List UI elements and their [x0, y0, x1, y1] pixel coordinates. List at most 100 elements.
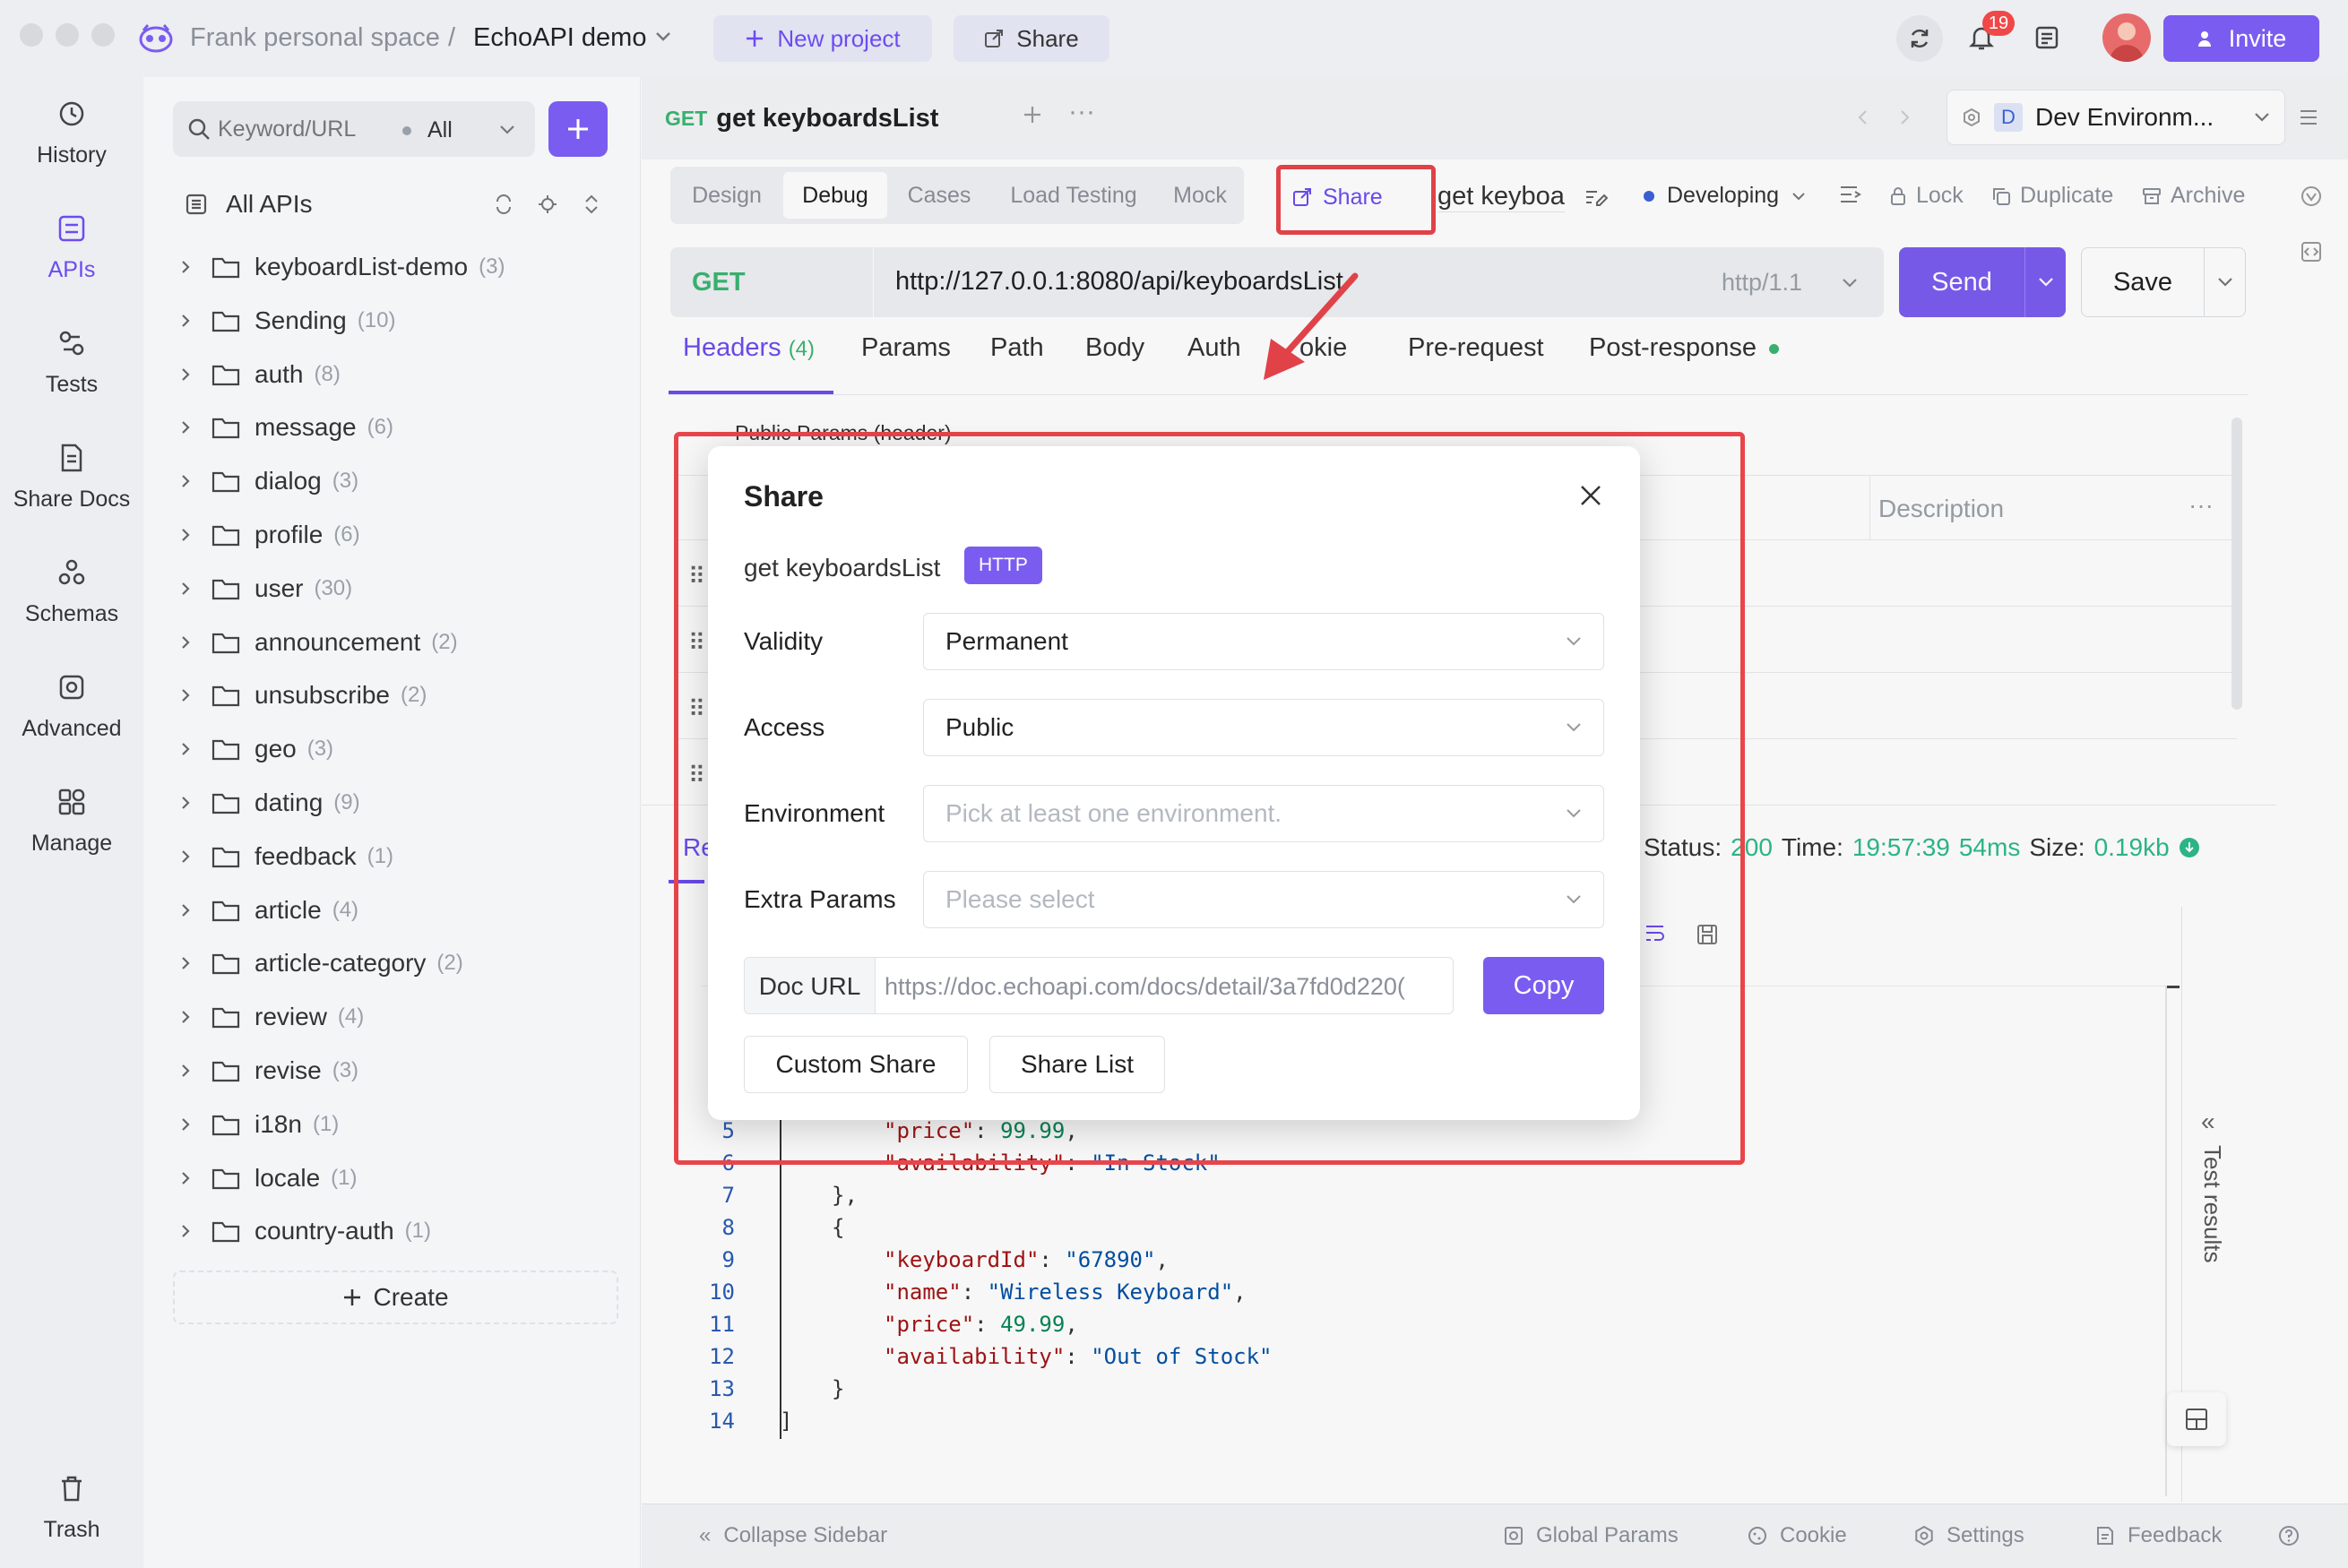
folder-name: review — [255, 1003, 327, 1030]
avatar[interactable] — [2102, 13, 2151, 62]
search-input[interactable] — [218, 112, 388, 146]
folder-count: (4) — [337, 1004, 365, 1029]
chevron-right-icon[interactable] — [179, 419, 192, 435]
folder-row[interactable]: dialog (3) — [179, 459, 358, 504]
folder-row[interactable]: dating (9) — [179, 780, 360, 825]
folder-name: auth — [255, 360, 304, 388]
rail-label-trash: Trash — [43, 1517, 100, 1542]
folder-count: (2) — [431, 630, 458, 654]
chevron-right-icon[interactable] — [179, 1223, 192, 1239]
chevron-right-icon[interactable] — [179, 581, 192, 597]
access-select[interactable]: Public — [923, 699, 1604, 756]
folder-row[interactable]: article (4) — [179, 888, 358, 933]
chevron-down-icon[interactable] — [499, 125, 515, 135]
chevron-right-icon[interactable] — [179, 473, 192, 489]
rail-item-history[interactable]: History — [0, 99, 143, 168]
create-label: Create — [373, 1283, 449, 1311]
window-maximize-dot[interactable] — [91, 23, 115, 47]
folder-row[interactable]: message (6) — [179, 405, 393, 450]
title-bar: Frank personal space / EchoAPI demo New … — [0, 0, 2348, 77]
sync-button[interactable] — [1896, 15, 1943, 62]
new-project-button[interactable]: New project — [713, 15, 932, 62]
access-label: Access — [744, 713, 825, 741]
folder-row[interactable]: revise (3) — [179, 1048, 358, 1093]
chevron-down-icon[interactable] — [654, 30, 672, 43]
add-api-button[interactable] — [548, 101, 608, 157]
locate-icon[interactable] — [538, 194, 557, 214]
notification-badge: 19 — [1982, 11, 2015, 36]
schemas-icon — [56, 557, 87, 588]
chevron-right-icon[interactable] — [179, 1170, 192, 1186]
top-share-button[interactable]: Share — [954, 15, 1109, 62]
create-button[interactable]: Create — [173, 1271, 618, 1324]
modal-title: Share — [744, 480, 824, 513]
close-icon[interactable] — [1579, 484, 1602, 507]
chevron-right-icon[interactable] — [179, 849, 192, 865]
folder-row[interactable]: feedback (1) — [179, 834, 393, 879]
trash-icon — [56, 1473, 87, 1503]
validity-select[interactable]: Permanent — [923, 613, 1604, 670]
folder-row[interactable]: Sending (10) — [179, 298, 395, 343]
extra-params-label: Extra Params — [744, 885, 896, 913]
rail-item-manage[interactable]: Manage — [0, 787, 143, 857]
folder-row[interactable]: country-auth (1) — [179, 1209, 431, 1254]
folder-icon — [211, 899, 240, 922]
rail-item-tests[interactable]: Tests — [0, 328, 143, 398]
chevron-right-icon[interactable] — [179, 366, 192, 383]
folder-row[interactable]: user (30) — [179, 566, 352, 611]
folder-icon — [211, 577, 240, 600]
chevron-right-icon[interactable] — [179, 1009, 192, 1025]
notes-icon[interactable] — [2034, 25, 2059, 50]
chevron-right-icon[interactable] — [179, 795, 192, 811]
doc-url-label: Doc URL — [745, 958, 876, 1013]
rail-item-share-docs[interactable]: Share Docs — [0, 443, 143, 513]
rail-item-apis[interactable]: APIs — [0, 213, 143, 283]
folder-row[interactable]: unsubscribe (2) — [179, 673, 427, 718]
chevron-right-icon[interactable] — [179, 313, 192, 329]
copy-button[interactable]: Copy — [1483, 957, 1604, 1014]
chevron-right-icon[interactable] — [179, 527, 192, 543]
extra-params-select[interactable]: Please select — [923, 871, 1604, 928]
folder-row[interactable]: auth (8) — [179, 352, 341, 397]
rail-label-share-docs: Share Docs — [13, 487, 131, 512]
chevron-right-icon[interactable] — [179, 1063, 192, 1079]
window-minimize-dot[interactable] — [56, 23, 79, 47]
folder-row[interactable]: geo (3) — [179, 727, 333, 771]
refresh-icon[interactable] — [494, 194, 514, 214]
folder-name: i18n — [255, 1110, 302, 1138]
breadcrumb-space[interactable]: Frank personal space — [190, 23, 440, 53]
folder-name: keyboardList-demo — [255, 253, 469, 280]
chevron-right-icon[interactable] — [179, 741, 192, 757]
folder-row[interactable]: locale (1) — [179, 1156, 358, 1201]
invite-button[interactable]: Invite — [2163, 15, 2319, 62]
chevron-right-icon[interactable] — [179, 902, 192, 918]
filter-select[interactable]: All — [427, 117, 453, 143]
folder-row[interactable]: profile (6) — [179, 513, 360, 557]
breadcrumb-project[interactable]: EchoAPI demo — [473, 23, 646, 53]
folder-name: Sending — [255, 306, 347, 334]
rail-item-trash[interactable]: Trash — [0, 1473, 143, 1543]
environment-select[interactable]: Pick at least one environment. — [923, 785, 1604, 842]
invite-label: Invite — [2228, 24, 2287, 52]
folder-icon — [211, 1167, 240, 1190]
folder-row[interactable]: keyboardList-demo (3) — [179, 245, 505, 289]
manage-icon — [56, 787, 87, 817]
expand-collapse-icon[interactable] — [583, 194, 600, 214]
chevron-right-icon[interactable] — [179, 687, 192, 703]
share-list-button[interactable]: Share List — [989, 1036, 1165, 1093]
chevron-right-icon[interactable] — [179, 259, 192, 275]
rail-item-advanced[interactable]: Advanced — [0, 672, 143, 742]
folder-row[interactable]: article-category (2) — [179, 941, 463, 986]
custom-share-button[interactable]: Custom Share — [744, 1036, 968, 1093]
folder-row[interactable]: i18n (1) — [179, 1102, 339, 1147]
all-apis-header[interactable]: All APIs — [185, 190, 312, 219]
folder-row[interactable]: announcement (2) — [179, 620, 458, 665]
chevron-right-icon[interactable] — [179, 1116, 192, 1133]
chevron-right-icon[interactable] — [179, 955, 192, 971]
window-close-dot[interactable] — [20, 23, 43, 47]
folder-name: geo — [255, 735, 297, 762]
doc-url-input[interactable] — [885, 967, 1446, 1006]
chevron-right-icon[interactable] — [179, 634, 192, 650]
rail-item-schemas[interactable]: Schemas — [0, 557, 143, 627]
folder-row[interactable]: review (4) — [179, 995, 364, 1039]
